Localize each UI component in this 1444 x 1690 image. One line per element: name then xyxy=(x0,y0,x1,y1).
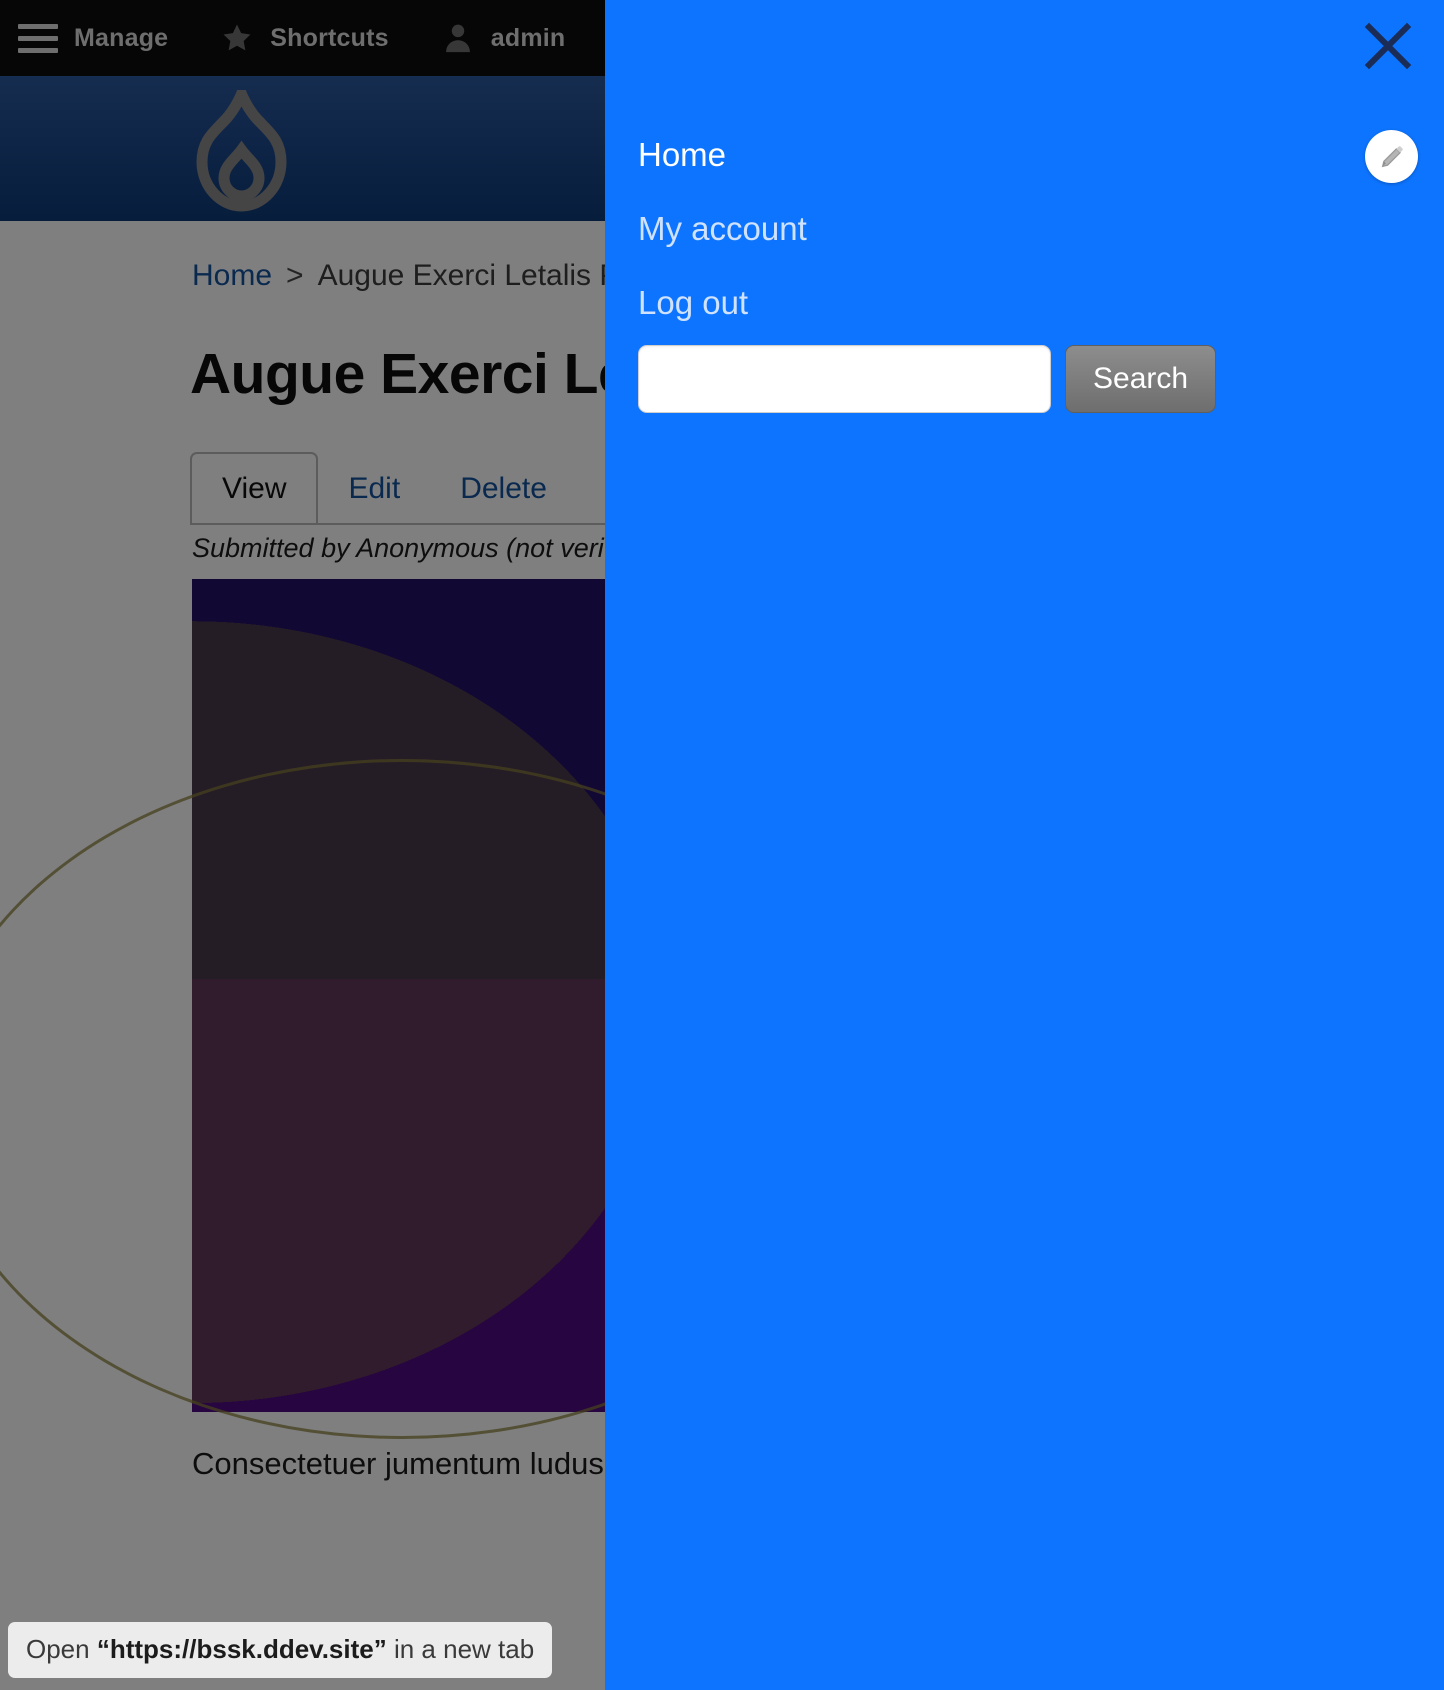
overlay-link-log-out[interactable]: Log out xyxy=(638,266,1238,340)
status-suffix: in a new tab xyxy=(386,1634,535,1664)
toolbar-item-shortcuts[interactable]: Shortcuts xyxy=(194,0,414,76)
star-icon xyxy=(220,21,254,55)
breadcrumb-separator: > xyxy=(286,259,304,292)
tab-edit[interactable]: Edit xyxy=(318,454,430,523)
toolbar-item-admin-label: admin xyxy=(490,23,566,52)
hamburger-menu-icon xyxy=(18,23,58,53)
browser-status-tooltip: Open “https://bssk.ddev.site” in a new t… xyxy=(8,1622,553,1678)
toolbar-item-manage-label: Manage xyxy=(74,23,169,52)
close-icon[interactable] xyxy=(1362,20,1414,72)
breadcrumb-link-home[interactable]: Home xyxy=(192,259,272,292)
breadcrumb: Home > Augue Exerci Letalis P xyxy=(192,259,619,293)
toolbar-item-shortcuts-label: Shortcuts xyxy=(270,23,389,52)
search-form: Search xyxy=(638,345,1217,413)
drupal-droplet-logo[interactable] xyxy=(192,78,291,219)
status-url: “https://bssk.ddev.site” xyxy=(96,1634,387,1664)
submitted-byline: Submitted by Anonymous (not veri xyxy=(192,533,604,563)
toolbar-item-admin[interactable]: admin xyxy=(415,0,592,76)
pencil-edit-icon[interactable] xyxy=(1365,130,1418,183)
breadcrumb-current: Augue Exerci Letalis P xyxy=(317,259,620,292)
search-input[interactable] xyxy=(638,345,1051,413)
page-title: Augue Exerci Le xyxy=(190,342,630,406)
search-button[interactable]: Search xyxy=(1065,345,1217,413)
overlay-link-home[interactable]: Home xyxy=(638,118,1238,192)
screen: Home > Augue Exerci Letalis P Augue Exerci… xyxy=(0,0,1444,1690)
toolbar-item-manage[interactable]: Manage xyxy=(0,0,194,76)
overlay-panel: Home My account Log out Search xyxy=(605,0,1444,1690)
overlay-nav-links: Home My account Log out xyxy=(638,118,1238,340)
tab-view[interactable]: View xyxy=(190,452,319,525)
user-account-icon xyxy=(441,21,475,55)
tab-delete[interactable]: Delete xyxy=(430,454,577,523)
status-prefix: Open xyxy=(26,1634,97,1664)
overlay-link-my-account[interactable]: My account xyxy=(638,192,1238,266)
